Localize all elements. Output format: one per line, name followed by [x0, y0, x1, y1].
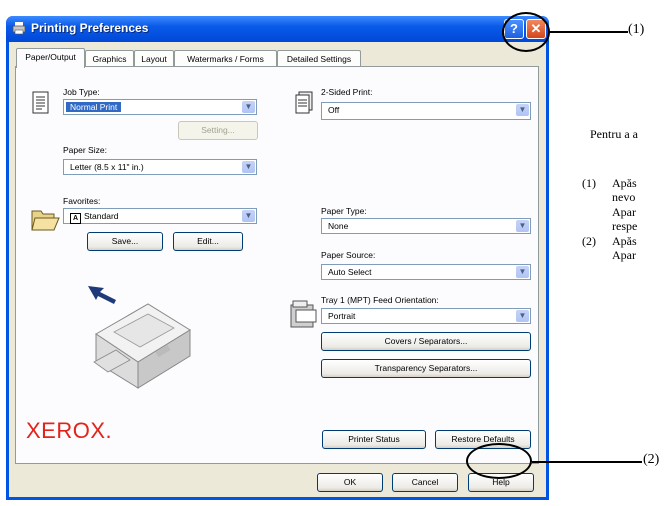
callout-circle-1 [502, 12, 550, 52]
feed-orientation-select[interactable]: Portrait ▼ [321, 308, 531, 324]
printer-icon [12, 22, 26, 35]
tray-feed-icon [290, 300, 317, 328]
item1-line2: nevo [612, 190, 636, 204]
callout-line-2 [532, 461, 642, 463]
paper-type-select[interactable]: None ▼ [321, 218, 531, 234]
cancel-button[interactable]: Cancel [392, 473, 458, 492]
job-type-label: Job Type: [63, 87, 100, 97]
paper-type-value: None [328, 221, 349, 231]
item1-line4: respe [612, 219, 638, 233]
paper-source-value: Auto Select [328, 267, 372, 277]
paper-source-select[interactable]: Auto Select ▼ [321, 264, 531, 280]
tab-layout[interactable]: Layout [134, 50, 174, 67]
job-type-select[interactable]: Normal Print ▼ [63, 99, 257, 115]
item2-line2: Apar [612, 248, 636, 262]
paper-output-panel: Job Type: Normal Print ▼ Setting... Pape… [15, 66, 539, 464]
two-sided-value: Off [328, 105, 340, 115]
document-icon [32, 91, 49, 114]
favorite-type-icon: A [70, 213, 81, 224]
tab-paper-output[interactable]: Paper/Output [16, 48, 85, 68]
paper-size-value: Letter (8.5 x 11" in.) [70, 162, 144, 172]
item2-number: (2) [582, 234, 596, 248]
ok-button[interactable]: OK [317, 473, 383, 492]
paper-source-label: Paper Source: [321, 250, 376, 260]
callout-circle-2 [466, 443, 532, 479]
item1-line3: Apar [612, 205, 636, 219]
tab-watermarks-forms[interactable]: Watermarks / Forms [174, 50, 277, 67]
favorites-label: Favorites: [63, 196, 101, 206]
chevron-down-icon[interactable]: ▼ [516, 266, 529, 278]
xerox-logo: XEROX. [26, 418, 113, 443]
chevron-down-icon[interactable]: ▼ [242, 210, 255, 222]
feed-orientation-value: Portrait [328, 311, 356, 321]
item1-number: (1) [582, 176, 596, 190]
save-button[interactable]: Save... [87, 232, 163, 251]
folder-icon [31, 210, 60, 231]
favorites-select[interactable]: A Standard ▼ [63, 208, 257, 224]
feed-orientation-label: Tray 1 (MPT) Feed Orientation: [321, 295, 439, 305]
item1-line1: Apăs [612, 176, 637, 190]
intro-text: Pentru a a [590, 127, 638, 141]
transparency-separators-button[interactable]: Transparency Separators... [321, 359, 531, 378]
tab-detailed-settings[interactable]: Detailed Settings [277, 50, 361, 67]
chevron-down-icon[interactable]: ▼ [516, 310, 529, 322]
setting-button[interactable]: Setting... [178, 121, 258, 140]
callout-label-2: (2) [643, 452, 660, 467]
callout-label-1: (1) [628, 22, 645, 37]
window-title: Printing Preferences [31, 21, 149, 35]
chevron-down-icon[interactable]: ▼ [516, 220, 529, 232]
job-type-value: Normal Print [66, 102, 122, 112]
printer-illustration [88, 286, 191, 389]
callout-line-1 [550, 31, 628, 33]
chevron-down-icon[interactable]: ▼ [242, 161, 255, 173]
paper-size-select[interactable]: Letter (8.5 x 11" in.) ▼ [63, 159, 257, 175]
printer-status-button[interactable]: Printer Status [322, 430, 426, 449]
two-sided-label: 2-Sided Print: [321, 87, 373, 97]
chevron-down-icon[interactable]: ▼ [242, 101, 255, 113]
paper-size-label: Paper Size: [63, 145, 107, 155]
item2-line1: Apăs [612, 234, 637, 248]
paper-type-label: Paper Type: [321, 206, 367, 216]
tab-graphics[interactable]: Graphics [85, 50, 134, 67]
two-sided-select[interactable]: Off ▼ [321, 102, 531, 120]
duplex-icon [295, 91, 313, 114]
covers-separators-button[interactable]: Covers / Separators... [321, 332, 531, 351]
printing-preferences-window: Printing Preferences ? ✕ Paper/Output Gr… [6, 16, 549, 500]
title-bar[interactable]: Printing Preferences ? ✕ [6, 16, 549, 42]
dialog-client-area: Paper/Output Graphics Layout Watermarks … [9, 42, 546, 497]
favorites-value: Standard [84, 211, 119, 221]
edit-button[interactable]: Edit... [173, 232, 243, 251]
chevron-down-icon[interactable]: ▼ [516, 104, 529, 116]
